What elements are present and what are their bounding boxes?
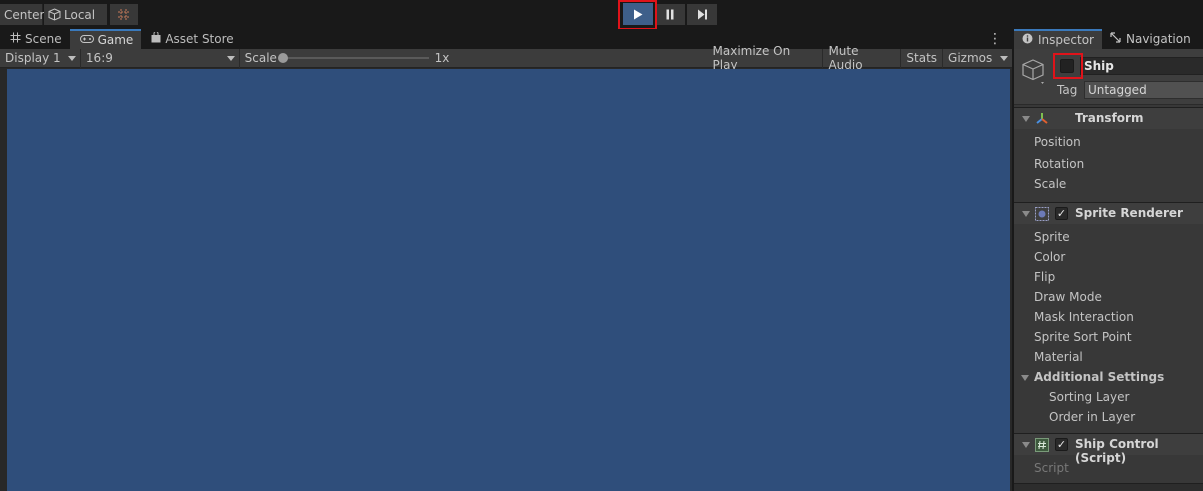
tab-scene-label: Scene	[25, 32, 62, 46]
display-dropdown-value: Display 1	[5, 51, 61, 65]
play-icon	[633, 9, 643, 20]
pivot-mode-label: Center	[4, 7, 45, 22]
aspect-ratio-dropdown[interactable]: 16:9	[81, 48, 240, 68]
additional-settings-foldout-icon[interactable]	[1021, 375, 1029, 381]
ship-control-title: Ship Control (Script)	[1075, 437, 1159, 465]
grid-snap-icon	[117, 8, 131, 22]
sprite-label: Sprite	[1034, 230, 1070, 244]
gameobject-name-field[interactable]: Ship	[1080, 57, 1203, 75]
ship-control-enabled-checkbox[interactable]: ✓	[1055, 438, 1068, 451]
inspector-panel: Inspector Navigation Ship Tag Untagged T…	[1014, 29, 1203, 491]
foldout-arrow-icon[interactable]	[1022, 211, 1030, 217]
play-button[interactable]	[623, 3, 653, 25]
tag-label: Tag	[1057, 83, 1078, 97]
inspector-footer	[1014, 483, 1203, 491]
flip-label: Flip	[1034, 270, 1056, 284]
tab-game[interactable]: Game	[69, 29, 142, 49]
draw-mode-label: Draw Mode	[1034, 290, 1102, 304]
additional-settings-label[interactable]: Additional Settings	[1034, 370, 1164, 384]
sprite-renderer-enabled-checkbox[interactable]: ✓	[1055, 207, 1068, 220]
chevron-down-icon	[1000, 55, 1008, 61]
info-icon	[1022, 33, 1033, 47]
pivot-rotation-label: Local	[64, 7, 96, 22]
mask-interaction-label: Mask Interaction	[1034, 310, 1134, 324]
transform-component-header[interactable]: Transform	[1014, 107, 1203, 129]
ship-control-component-header[interactable]: ✓ Ship Control (Script)	[1014, 433, 1203, 465]
grid-snapping-button[interactable]	[110, 4, 138, 25]
chevron-down-icon	[67, 55, 76, 61]
gamepad-icon	[79, 33, 94, 47]
pivot-mode-button[interactable]: Center	[0, 4, 45, 25]
stats-label: Stats	[906, 51, 938, 65]
gizmos-label: Gizmos	[948, 51, 993, 65]
scale-label: Scale	[244, 51, 277, 65]
gameobject-cube-icon[interactable]	[1021, 58, 1049, 89]
transform-icon	[1034, 111, 1050, 127]
stats-button[interactable]: Stats	[901, 48, 944, 68]
mute-audio-button[interactable]: Mute Audio	[823, 44, 902, 72]
pivot-rotation-button[interactable]: Local	[44, 4, 107, 25]
pause-icon	[665, 9, 675, 20]
scale-value: 1x	[434, 50, 450, 65]
material-label: Material	[1034, 350, 1083, 364]
maximize-on-play-button[interactable]: Maximize On Play	[708, 44, 824, 72]
gameobject-active-checkbox[interactable]	[1060, 59, 1074, 73]
mute-audio-label: Mute Audio	[828, 44, 863, 72]
more-options-icon[interactable]: ⋮	[988, 31, 1002, 47]
transform-scale-label: Scale	[1034, 177, 1067, 191]
gizmos-dropdown[interactable]	[996, 49, 1012, 68]
gizmos-button[interactable]: Gizmos	[943, 49, 996, 68]
transform-position-label: Position	[1034, 135, 1081, 149]
gameobject-header: Ship Tag Untagged	[1014, 49, 1203, 105]
game-view-control-bar: Display 1 16:9 Scale 1x Maximize On Play…	[0, 44, 1012, 72]
transform-rotation-label: Rotation	[1034, 157, 1085, 171]
chevron-down-icon	[226, 55, 235, 61]
sprite-renderer-icon	[1034, 206, 1050, 222]
tab-asset-store[interactable]: Asset Store	[141, 29, 241, 49]
script-label: Script	[1034, 461, 1069, 475]
game-view-panel: Scene Game Asset Store ⋮ Display 1 16:9 …	[0, 29, 1012, 491]
scale-slider-handle[interactable]	[277, 52, 288, 63]
navigation-icon	[1110, 32, 1121, 46]
tab-asset-store-label: Asset Store	[165, 32, 234, 46]
pause-button[interactable]	[655, 4, 685, 25]
tab-navigation[interactable]: Navigation	[1102, 29, 1199, 49]
inspector-tab-bar: Inspector Navigation	[1014, 29, 1203, 49]
game-viewport[interactable]	[7, 69, 1010, 491]
aspect-ratio-value: 16:9	[85, 51, 113, 65]
scale-control: Scale 1x	[240, 49, 708, 68]
tab-game-label: Game	[97, 33, 134, 47]
step-icon	[697, 9, 708, 20]
maximize-on-play-label: Maximize On Play	[712, 44, 791, 72]
sorting-layer-label: Sorting Layer	[1049, 390, 1130, 404]
sprite-renderer-component-header[interactable]: ✓ Sprite Renderer	[1014, 202, 1203, 224]
shopping-bag-icon	[151, 31, 161, 46]
tab-inspector[interactable]: Inspector	[1014, 29, 1102, 49]
color-label: Color	[1034, 250, 1066, 264]
sprite-sort-point-label: Sprite Sort Point	[1034, 330, 1132, 344]
tab-navigation-label: Navigation	[1125, 32, 1191, 46]
main-toolbar: Center Local	[0, 0, 1203, 30]
order-in-layer-label: Order in Layer	[1049, 410, 1136, 424]
scale-slider-track[interactable]	[282, 56, 429, 59]
local-cube-icon	[48, 8, 61, 21]
transform-title: Transform	[1075, 111, 1144, 125]
step-button[interactable]	[687, 4, 717, 25]
tag-dropdown[interactable]: Untagged	[1084, 81, 1203, 99]
script-icon	[1034, 437, 1050, 453]
tab-scene[interactable]: Scene	[0, 29, 70, 49]
foldout-arrow-icon[interactable]	[1022, 442, 1030, 448]
tab-inspector-label: Inspector	[1038, 33, 1094, 47]
foldout-arrow-icon[interactable]	[1022, 116, 1030, 122]
sprite-renderer-title: Sprite Renderer	[1075, 206, 1183, 220]
grid-icon	[10, 32, 21, 46]
display-dropdown[interactable]: Display 1	[0, 48, 81, 68]
